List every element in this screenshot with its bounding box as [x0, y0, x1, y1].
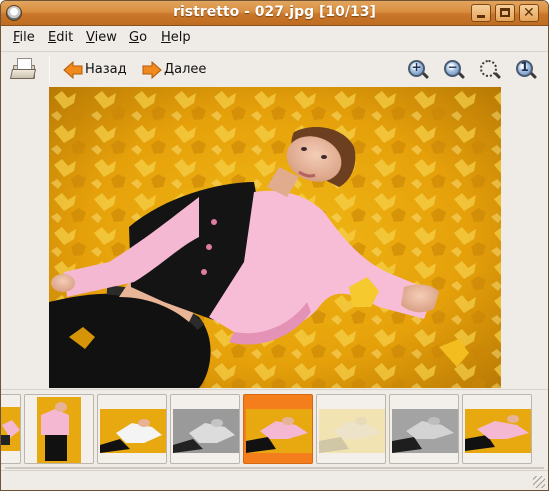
thumbnail-image — [1, 407, 20, 451]
zoom-fit-button[interactable] — [479, 59, 502, 81]
thumbnail[interactable] — [389, 394, 459, 464]
thumbnail-scrollbar[interactable] — [5, 467, 544, 469]
folder-front-shape — [9, 69, 37, 79]
zoom-out-symbol: − — [447, 60, 458, 74]
main-photo — [49, 87, 501, 388]
minimize-icon — [477, 15, 485, 18]
maximize-button[interactable] — [495, 4, 515, 22]
zoom-in-symbol: + — [411, 60, 422, 74]
menu-edit-label: dit — [56, 30, 74, 45]
zoom-100-symbol: 1 — [520, 60, 529, 74]
thumbnail-image — [246, 409, 312, 453]
thumbnail-image — [100, 409, 166, 453]
app-window: ristretto - 027.jpg [10/13] ✕ File Edit … — [0, 0, 549, 491]
menu-go[interactable]: Go — [129, 30, 147, 45]
resize-grip-icon[interactable] — [533, 476, 545, 488]
forward-arrow-icon — [142, 61, 162, 79]
close-button[interactable]: ✕ — [519, 4, 539, 22]
image-viewer[interactable] — [1, 87, 548, 389]
thumbnail-image — [173, 409, 239, 453]
menu-help[interactable]: Help — [161, 30, 191, 45]
thumbnail-selected[interactable] — [243, 394, 313, 464]
thumbnail[interactable] — [1, 394, 21, 464]
toolbar: Назад Далее + − 1 — [1, 51, 548, 87]
menu-help-mnemonic: H — [161, 30, 171, 45]
back-label: Назад — [85, 62, 127, 77]
thumbnail-image — [319, 409, 385, 453]
menu-go-label: o — [139, 30, 148, 45]
thumbnail[interactable] — [97, 394, 167, 464]
window-title: ristretto - 027.jpg [10/13] — [173, 4, 376, 20]
thumbnail[interactable] — [170, 394, 240, 464]
maximize-icon — [500, 8, 510, 17]
zoom-in-button[interactable]: + — [407, 59, 430, 81]
menu-edit-mnemonic: E — [48, 30, 57, 45]
open-button[interactable] — [9, 57, 37, 81]
minimize-button[interactable] — [471, 4, 491, 22]
close-icon: ✕ — [523, 5, 535, 21]
zoom-fit-handle — [493, 71, 502, 80]
menu-file[interactable]: File — [13, 30, 35, 45]
photo-image — [49, 87, 501, 388]
zoom-in-handle — [421, 71, 430, 80]
title-bar[interactable]: ristretto - 027.jpg [10/13] ✕ — [1, 1, 548, 26]
zoom-100-handle — [529, 71, 538, 80]
thumbnail-strip — [1, 389, 548, 466]
zoom-100-button[interactable]: 1 — [515, 59, 538, 81]
menu-view-mnemonic: V — [86, 30, 95, 45]
menu-bar: File Edit View Go Help — [1, 26, 548, 50]
back-arrow-icon — [63, 61, 83, 79]
thumbnail-image — [392, 409, 458, 453]
menu-help-label: elp — [170, 30, 191, 45]
zoom-out-button[interactable]: − — [443, 59, 466, 81]
menu-view-label: iew — [94, 30, 117, 45]
toolbar-separator — [49, 56, 50, 84]
menu-edit[interactable]: Edit — [48, 30, 73, 45]
thumbnail[interactable] — [316, 394, 386, 464]
menu-view[interactable]: View — [86, 30, 117, 45]
thumbnail[interactable] — [24, 394, 94, 464]
status-bar — [1, 470, 548, 490]
zoom-out-handle — [457, 71, 466, 80]
menu-file-label: ile — [19, 30, 35, 45]
menu-go-mnemonic: G — [129, 30, 140, 45]
thumbnail[interactable] — [462, 394, 532, 464]
thumbnail-image — [465, 409, 531, 453]
thumbnail-image — [37, 397, 81, 463]
forward-label: Далее — [164, 62, 207, 77]
